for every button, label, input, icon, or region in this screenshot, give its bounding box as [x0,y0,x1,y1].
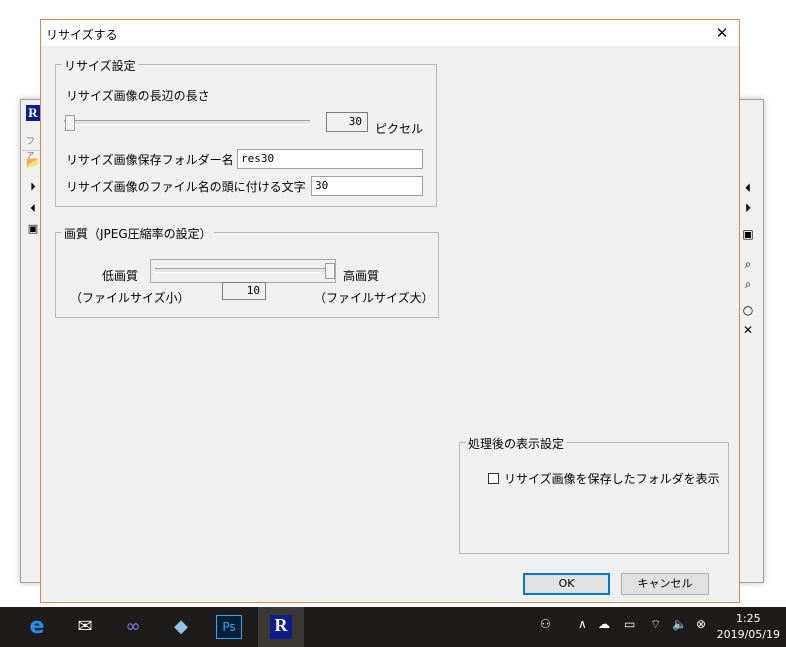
people-icon[interactable]: ⚇ [540,617,551,631]
battery-icon[interactable]: ▭ [624,617,635,631]
length-unit-label: ピクセル [375,122,424,136]
zoom-out-icon[interactable]: ⌕ [740,276,756,292]
save-right-icon[interactable]: ▣ [740,226,756,242]
length-slider-track [64,120,310,125]
circle-tool-icon[interactable]: ○ [740,302,756,318]
clock[interactable]: 1:25 2019/05/19 [717,611,780,643]
quality-settings-legend: 画質（JPEG圧縮率の設定） [62,225,214,242]
folder-name-input[interactable]: res30 [237,149,423,169]
resize-dialog: リサイズする ✕ リサイズ設定 リサイズ画像の長辺の長さ 30 ピクセル リサイ… [40,19,740,603]
length-slider[interactable] [60,112,314,134]
prev-page-right-icon[interactable]: ⏴ [740,180,756,196]
show-folder-label: リサイズ画像を保存したフォルダを表示 [504,472,720,486]
length-value-box: 30 [326,112,368,132]
chevron-up-icon[interactable]: ∧ [578,617,587,631]
notes-icon[interactable]: ◆ [166,613,196,641]
resize-settings-legend: リサイズ設定 [62,57,138,74]
volume-icon[interactable]: 🔈 [672,617,687,631]
save-icon[interactable]: ▣ [26,222,40,236]
prefix-label: リサイズ画像のファイル名の頭に付ける文字 [66,180,306,194]
display-settings-legend: 処理後の表示設定 [466,435,567,452]
length-slider-thumb[interactable] [65,115,75,131]
low-quality-label: 低画質 [102,269,139,283]
mail-icon[interactable]: ✉ [70,613,100,641]
cross-tool-icon[interactable]: ✕ [740,322,756,338]
onedrive-icon[interactable]: ☁ [598,617,610,631]
quality-slider[interactable] [151,260,335,282]
folder-open-icon[interactable]: 📂 [26,156,40,170]
r-app-icon: R [270,615,292,639]
large-filesize-label: （ファイルサイズ大） [314,291,434,305]
next-page-icon[interactable]: ⏵ [26,180,40,194]
quality-settings-group: 画質（JPEG圧縮率の設定） 低画質 高画質 （ファイルサイズ小） 10 （ファ… [55,225,439,318]
mute-icon[interactable]: ⊗ [696,617,706,631]
quality-slider-frame [150,259,336,283]
quality-slider-thumb[interactable] [325,263,335,279]
show-folder-checkbox[interactable] [488,473,499,484]
next-page-right-icon[interactable]: ⏵ [740,200,756,216]
background-app-left-panel: R ファ 📂 ⏵ ⏴ ▣ [22,100,42,570]
length-label: リサイズ画像の長辺の長さ [66,89,210,103]
wifi-icon[interactable]: ⌔ [650,617,661,632]
display-settings-group: 処理後の表示設定 リサイズ画像を保存したフォルダを表示 [459,435,729,554]
quality-slider-track [155,268,331,273]
app-logo-icon: R [26,105,40,121]
taskbar: e ✉ ∞ ◆ Ps R ⚇ ∧ ☁ ▭ ⌔ 🔈 ⊗ 1:25 2019/05/… [0,607,786,647]
close-icon[interactable]: ✕ [705,20,739,46]
cancel-button[interactable]: キャンセル [621,573,709,595]
toolbar-divider [22,150,42,151]
photoshop-icon[interactable]: Ps [216,615,242,639]
dialog-titlebar: リサイズする ✕ [41,20,739,46]
high-quality-label: 高画質 [343,269,380,283]
prev-page-icon[interactable]: ⏴ [26,202,40,216]
infinity-icon[interactable]: ∞ [118,613,148,641]
clock-date: 2019/05/19 [716,628,780,641]
clock-time: 1:25 [735,612,761,625]
small-filesize-label: （ファイルサイズ小） [70,291,190,305]
ok-button[interactable]: OK [523,573,610,595]
quality-value-box: 10 [222,282,266,300]
prefix-input[interactable]: 30 [311,176,423,196]
dialog-title: リサイズする [46,28,118,42]
resize-settings-group: リサイズ設定 リサイズ画像の長辺の長さ 30 ピクセル リサイズ画像保存フォルダ… [55,57,437,207]
edge-icon[interactable]: e [22,613,52,641]
zoom-in-icon[interactable]: ⌕ [740,256,756,272]
r-app-taskbar-button[interactable]: R [258,607,304,647]
folder-name-label: リサイズ画像保存フォルダー名 [66,153,234,167]
